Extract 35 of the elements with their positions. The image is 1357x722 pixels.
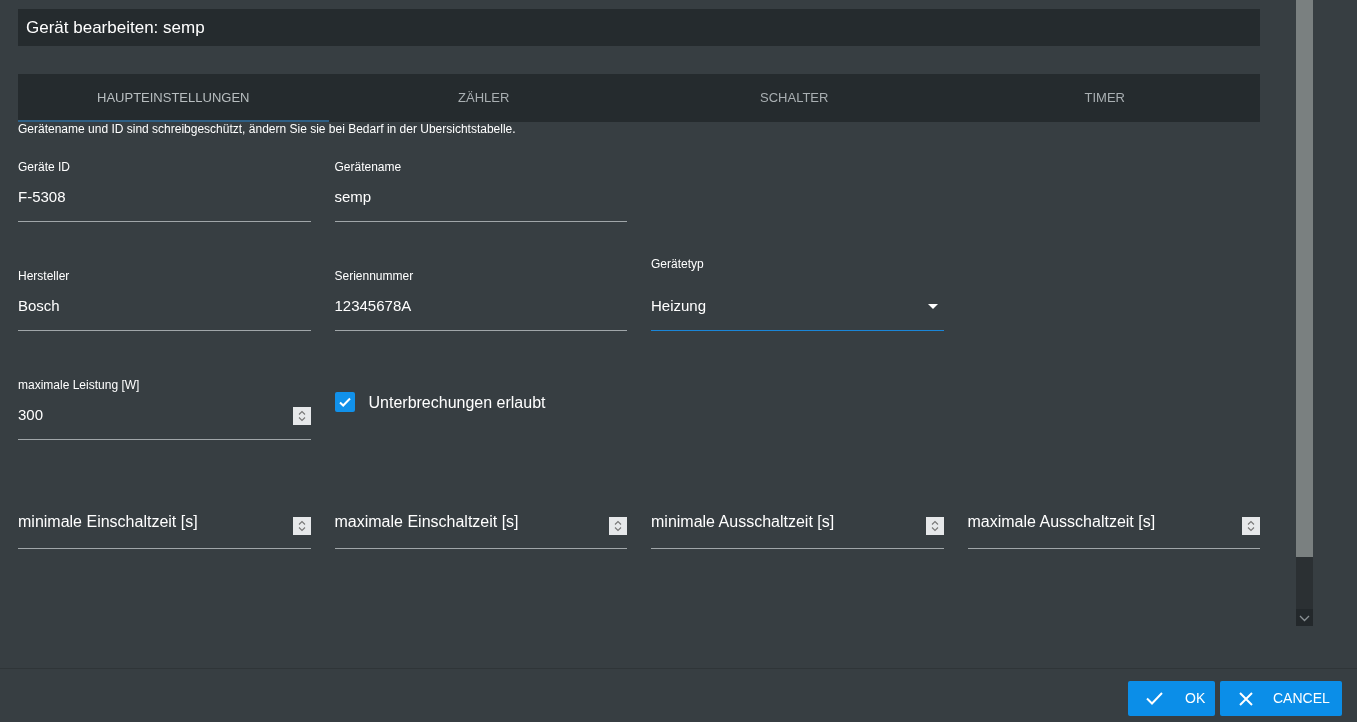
field-label: maximale Leistung [W] — [18, 378, 140, 392]
dialog-title: Gerät bearbeiten: semp — [26, 16, 205, 39]
tab[interactable]: SCHALTER — [639, 74, 950, 122]
spinner-icon[interactable] — [925, 516, 944, 535]
input-field[interactable]: minimale Ausschaltzeit [s] — [651, 509, 926, 540]
spinner-icon[interactable] — [609, 516, 627, 535]
scroll-down-icon[interactable] — [1296, 609, 1313, 626]
input-field[interactable]: F-5308 — [18, 186, 311, 209]
input-field[interactable]: maximale Einschaltzeit [s] — [334, 509, 609, 540]
field-label: Gerätetyp — [651, 257, 704, 271]
input-field[interactable]: minimale Einschaltzeit [s] — [18, 509, 293, 540]
spinner-icon[interactable] — [1242, 516, 1260, 535]
field-label: Seriennummer — [334, 269, 414, 283]
tab[interactable]: TIMER — [949, 74, 1260, 122]
input-field[interactable]: Bosch — [18, 295, 311, 318]
field-label: Geräte ID — [18, 160, 71, 174]
check-icon — [1146, 692, 1163, 705]
check-icon — [337, 395, 352, 409]
spinner-icon[interactable] — [292, 406, 311, 425]
checkbox[interactable] — [334, 392, 355, 412]
spinner-icon[interactable] — [292, 516, 311, 535]
checkbox-label: Unterbrechungen erlaubt — [368, 393, 546, 413]
notice-text: Gerätename und ID sind schreibgeschützt, ändern Sie sie bei Bedarf in der Ubersichtstabelle. — [18, 122, 517, 136]
field-label: Hersteller — [18, 269, 70, 283]
close-icon — [1239, 691, 1253, 706]
input-field[interactable]: maximale Ausschaltzeit [s] — [967, 509, 1242, 540]
dropdown-field[interactable]: Heizung — [651, 283, 944, 331]
tab[interactable]: ZÄHLER — [328, 74, 639, 122]
input-field[interactable]: 12345678A — [334, 295, 627, 318]
field-label: Gerätename — [334, 160, 402, 174]
tab[interactable]: HAUPTEINSTELLUNGEN — [18, 74, 329, 122]
caret-icon — [927, 304, 938, 309]
input-field[interactable]: semp — [334, 186, 627, 209]
selected-value[interactable]: Heizung — [651, 295, 928, 318]
input-field[interactable]: 300 — [18, 404, 293, 427]
